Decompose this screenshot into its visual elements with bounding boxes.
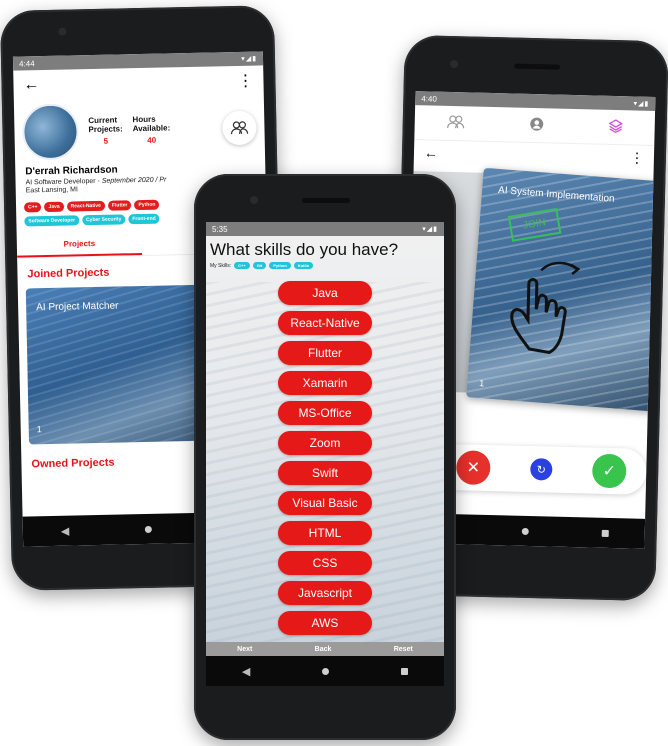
android-nav-bar: ◀ bbox=[206, 656, 444, 686]
my-skill-chip[interactable]: C++ bbox=[234, 262, 250, 269]
project-card-number: 1 bbox=[36, 424, 42, 435]
my-skill-chip[interactable]: Python bbox=[269, 262, 291, 269]
people-icon bbox=[230, 121, 249, 135]
nav-back-icon[interactable]: ◀ bbox=[61, 524, 70, 537]
earpiece bbox=[514, 63, 561, 70]
skill-option-button[interactable]: HTML bbox=[278, 521, 372, 545]
team-button[interactable] bbox=[222, 110, 257, 146]
nav-recents-icon[interactable] bbox=[401, 667, 409, 675]
skill-option-button[interactable]: Flutter bbox=[278, 341, 372, 365]
status-icons: ▾◢▮ bbox=[633, 100, 650, 108]
skills-question-title: What skills do you have? bbox=[210, 240, 399, 259]
hours-available-stat: Hours Available: 40 bbox=[132, 114, 170, 145]
nav-recents-icon[interactable] bbox=[601, 529, 609, 537]
status-bar: 5:35 ▾◢▮ bbox=[206, 222, 444, 236]
skill-option-button[interactable]: Visual Basic bbox=[278, 491, 372, 515]
nav-home-icon[interactable] bbox=[144, 525, 153, 533]
skill-chip: Java bbox=[44, 201, 64, 213]
next-button[interactable]: Next bbox=[237, 646, 252, 653]
interest-chip: Front-end bbox=[128, 213, 160, 225]
interest-chip: Software Developer bbox=[24, 215, 80, 227]
status-time: 4:44 bbox=[18, 58, 35, 69]
skill-option-button[interactable]: React-Native bbox=[278, 311, 372, 335]
skill-option-button[interactable]: AWS bbox=[278, 611, 372, 635]
swipe-hand-icon bbox=[510, 261, 581, 355]
accept-button[interactable]: ✓ bbox=[591, 453, 627, 489]
reject-button[interactable]: ✕ bbox=[455, 450, 491, 486]
tab-projects[interactable]: Projects bbox=[16, 232, 143, 258]
skill-option-button[interactable]: Java bbox=[278, 281, 372, 305]
current-projects-value: 5 bbox=[103, 136, 109, 146]
skill-option-button[interactable]: MS-Office bbox=[278, 401, 372, 425]
skill-chip: React-Native bbox=[66, 200, 106, 212]
wizard-actions: Next Back Reset bbox=[206, 642, 444, 656]
my-skill-chip[interactable]: Kotlin bbox=[293, 262, 314, 269]
phone-skills: 5:35 ▾◢▮ What skills do you have? My Ski… bbox=[194, 174, 456, 740]
profile-icon[interactable] bbox=[529, 116, 544, 133]
undo-button[interactable]: ↻ bbox=[530, 458, 553, 481]
overflow-menu-icon[interactable]: ⋮ bbox=[237, 71, 253, 91]
reset-button[interactable]: Reset bbox=[394, 646, 413, 653]
skill-chip: Flutter bbox=[107, 200, 132, 211]
skill-option-button[interactable]: Zoom bbox=[278, 431, 372, 455]
hours-available-value: 40 bbox=[147, 135, 157, 145]
skill-option-button[interactable]: Swift bbox=[278, 461, 372, 485]
hours-available-label: Hours Available: bbox=[132, 114, 171, 134]
my-skills-row: My Skills: C++ Git Python Kotlin bbox=[206, 260, 444, 271]
front-camera bbox=[58, 27, 67, 36]
skill-chip: Python bbox=[134, 199, 160, 211]
skill-option-button[interactable]: Xamarin bbox=[278, 371, 372, 395]
back-arrow-icon[interactable]: ← bbox=[424, 144, 438, 160]
back-arrow-icon[interactable]: ← bbox=[23, 76, 39, 94]
interest-chip: Cyber Security bbox=[81, 214, 126, 226]
bottom-tab-bar bbox=[414, 105, 656, 146]
project-card-title: AI Project Matcher bbox=[36, 300, 119, 314]
my-skills-label: My Skills: bbox=[210, 262, 232, 269]
swipe-card-number: 1 bbox=[478, 378, 485, 389]
avatar[interactable] bbox=[21, 103, 80, 161]
swipe-actions: ✕ ↻ ✓ bbox=[435, 443, 647, 495]
skill-options: Java React-Native Flutter Xamarin MS-Off… bbox=[206, 281, 444, 635]
front-camera bbox=[450, 59, 459, 69]
skill-chip: C++ bbox=[23, 202, 42, 213]
nav-back-icon[interactable]: ◀ bbox=[242, 665, 250, 678]
current-projects-label: Current Projects: bbox=[88, 115, 123, 135]
front-camera bbox=[250, 196, 258, 204]
back-button[interactable]: Back bbox=[315, 646, 332, 653]
status-icons: ▾◢▮ bbox=[422, 226, 438, 233]
nav-home-icon[interactable] bbox=[521, 527, 530, 535]
layers-icon[interactable] bbox=[608, 118, 623, 135]
status-time: 4:40 bbox=[421, 93, 438, 104]
status-icons: ▾◢▮ bbox=[241, 55, 258, 63]
status-time: 5:35 bbox=[212, 224, 228, 234]
overflow-menu-icon[interactable]: ⋮ bbox=[630, 149, 644, 166]
current-projects-stat: Current Projects: 5 bbox=[88, 115, 123, 146]
skill-option-button[interactable]: CSS bbox=[278, 551, 372, 575]
nav-home-icon[interactable] bbox=[322, 667, 330, 675]
role-dates: September 2020 / Pr bbox=[101, 176, 167, 185]
people-icon[interactable] bbox=[447, 114, 465, 131]
skill-option-button[interactable]: Javascript bbox=[278, 581, 372, 605]
my-skill-chip[interactable]: Git bbox=[252, 262, 267, 269]
skills-screen: 5:35 ▾◢▮ What skills do you have? My Ski… bbox=[206, 222, 444, 686]
earpiece bbox=[302, 198, 350, 203]
